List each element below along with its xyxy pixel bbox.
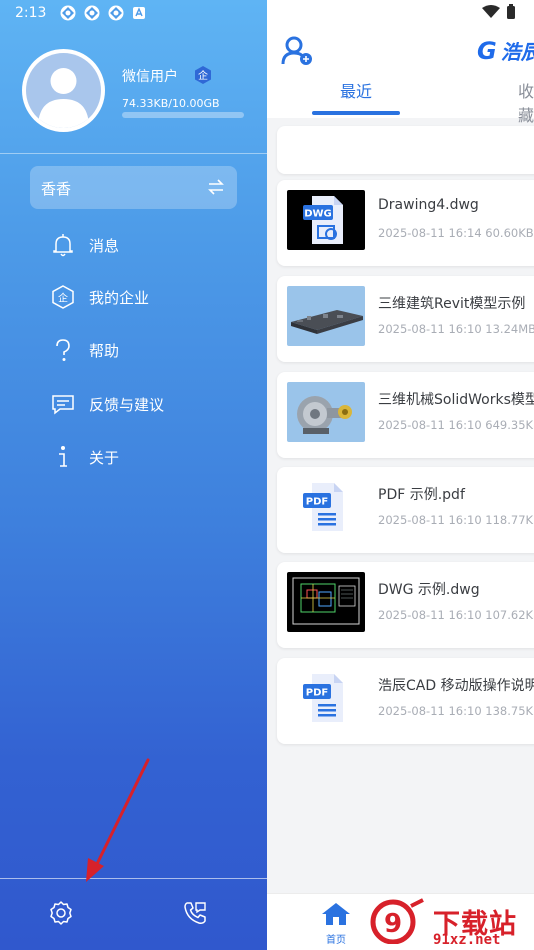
- file-name: 浩辰CAD 移动版操作说明: [378, 678, 534, 694]
- annotation-arrow: [86, 758, 150, 882]
- avatar-image: [26, 53, 101, 128]
- file-meta: 2025-08-11 16:10 13.24MB: [378, 322, 534, 336]
- file-item-drawing4[interactable]: DWG Drawing4.dwg 2025-08-11 16:14 60.60K…: [277, 180, 534, 266]
- notification-icon: [108, 5, 124, 21]
- settings-gear-icon[interactable]: [47, 899, 75, 927]
- bell-icon: [53, 234, 73, 257]
- revit-model-thumbnail: [287, 286, 365, 346]
- storage-progress-bar: [122, 112, 244, 118]
- enterprise-badge-icon: 企: [195, 66, 211, 84]
- file-meta: 2025-08-11 16:14 60.60KB: [378, 226, 534, 240]
- main-header: G 浩辰 最近 收藏: [267, 0, 534, 125]
- svg-text:PDF: PDF: [306, 497, 328, 508]
- file-item-solidworks[interactable]: 三维机械SolidWorks模型 2025-08-11 16:10 649.35…: [277, 372, 534, 458]
- file-meta: 2025-08-11 16:10 118.77KB: [378, 513, 534, 527]
- file-name: DWG 示例.dwg: [378, 582, 480, 598]
- brand-logo: G 浩辰: [477, 36, 534, 65]
- avatar[interactable]: [22, 49, 105, 132]
- tab-favorites[interactable]: 收藏: [518, 78, 534, 126]
- username: 微信用户: [122, 69, 178, 85]
- enterprise-icon: 企: [52, 285, 74, 309]
- customer-service-phone-icon[interactable]: [181, 899, 209, 927]
- menu-item-help[interactable]: 帮助: [50, 334, 119, 366]
- watermark-emblem-icon: 9: [370, 898, 424, 944]
- dwg-file-icon: DWG: [287, 190, 365, 250]
- watermark-url: 91xz.net: [433, 932, 501, 948]
- menu-item-feedback[interactable]: 反馈与建议: [50, 388, 164, 420]
- watermark-logo: 9 下载站 91xz.net: [363, 898, 534, 950]
- svg-text:DWG: DWG: [304, 209, 332, 220]
- menu-item-about[interactable]: 关于: [50, 441, 119, 473]
- nav-home-label: 首页: [326, 935, 346, 946]
- svg-text:PDF: PDF: [306, 688, 328, 699]
- home-icon: [322, 903, 350, 925]
- solidworks-model-thumbnail: [287, 382, 365, 442]
- user-add-icon[interactable]: [281, 36, 313, 66]
- menu-item-label: 关于: [89, 448, 120, 467]
- help-icon: [56, 339, 70, 361]
- divider: [0, 153, 267, 154]
- search-card[interactable]: [277, 126, 534, 174]
- status-time: 2:13: [15, 5, 47, 21]
- status-bar-right: [482, 4, 516, 20]
- battery-icon: [507, 4, 515, 19]
- file-meta: 2025-08-11 16:10 107.62KB: [378, 608, 534, 622]
- storage-usage: 74.33KB/10.00GB: [122, 97, 220, 110]
- pdf-file-icon: PDF: [287, 668, 365, 728]
- tab-active-indicator: [312, 111, 400, 115]
- svg-text:9: 9: [384, 909, 402, 939]
- menu-item-label: 帮助: [89, 341, 120, 360]
- brand-name: 浩辰: [500, 40, 534, 64]
- nav-home[interactable]: 首页: [319, 902, 353, 946]
- menu-item-my-enterprise[interactable]: 企 我的企业: [50, 281, 149, 313]
- status-icons: [60, 5, 146, 21]
- pdf-file-icon: PDF: [287, 477, 365, 537]
- file-name: 三维机械SolidWorks模型: [378, 392, 534, 408]
- feedback-icon: [52, 395, 74, 415]
- brand-logo-icon: G: [477, 36, 497, 65]
- switch-arrows-icon: [208, 179, 224, 195]
- enterprise-badge-text: 企: [198, 69, 208, 82]
- team-switcher[interactable]: 香香: [30, 166, 237, 209]
- wifi-icon: [482, 5, 500, 18]
- file-meta: 2025-08-11 16:10 649.35KB: [378, 418, 534, 432]
- file-name: 三维建筑Revit模型示例: [378, 296, 526, 312]
- file-item-pdf-sample[interactable]: PDF PDF 示例.pdf 2025-08-11 16:10 118.77KB: [277, 467, 534, 553]
- app-notification-icon: [133, 7, 145, 19]
- info-icon: [59, 446, 67, 467]
- notification-icon: [84, 5, 100, 21]
- notification-icon: [60, 5, 76, 21]
- menu-item-label: 消息: [89, 236, 120, 255]
- svg-text:企: 企: [58, 292, 68, 305]
- file-item-dwg-sample[interactable]: DWG 示例.dwg 2025-08-11 16:10 107.62KB: [277, 562, 534, 648]
- main-panel: G 浩辰 最近 收藏 DWG Drawing4.dwg 2025-08-11 1…: [267, 0, 534, 950]
- menu-item-label: 反馈与建议: [89, 395, 165, 414]
- side-drawer: 2:13 微信用户 企 74.33KB/10.00GB 香香 消息 企 我的企业…: [0, 0, 267, 950]
- file-item-revit[interactable]: 三维建筑Revit模型示例 2025-08-11 16:10 13.24MB: [277, 276, 534, 362]
- file-meta: 2025-08-11 16:10 138.75KB: [378, 704, 534, 718]
- menu-item-label: 我的企业: [89, 288, 150, 307]
- bottom-nav: 首页 9 下载站 91xz.net: [267, 893, 534, 950]
- file-name: Drawing4.dwg: [378, 197, 479, 213]
- menu-item-messages[interactable]: 消息: [50, 229, 119, 261]
- dwg-drawing-thumbnail: [287, 572, 365, 632]
- team-name: 香香: [41, 180, 72, 198]
- file-name: PDF 示例.pdf: [378, 487, 465, 503]
- file-item-gstarcad-guide[interactable]: PDF 浩辰CAD 移动版操作说明 2025-08-11 16:10 138.7…: [277, 658, 534, 744]
- tab-recent[interactable]: 最近: [340, 78, 372, 102]
- user-silhouette-icon: [38, 68, 89, 128]
